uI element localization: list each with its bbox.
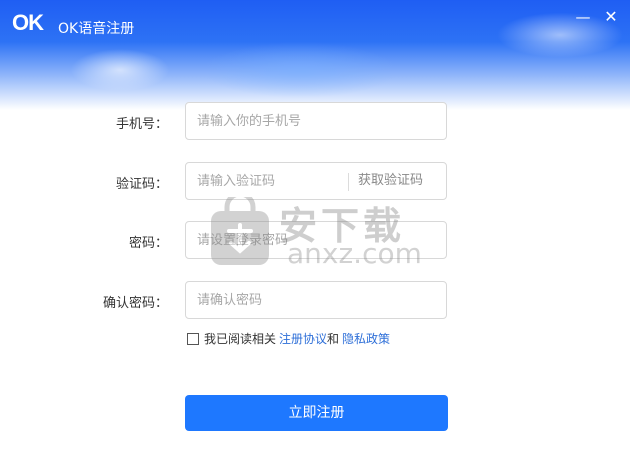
code-field-box: 获取验证码	[185, 162, 447, 200]
header-banner: OK OK语音注册 — ✕	[0, 0, 630, 110]
phone-label: 手机号：	[115, 117, 168, 132]
terms-link[interactable]: 注册协议	[279, 330, 327, 347]
register-window: OK OK语音注册 — ✕ 手机号： 验证码： 获取验证码 密码： 确认密码： …	[0, 0, 630, 452]
code-divider	[348, 173, 349, 191]
confirm-label: 确认密码：	[102, 296, 168, 311]
get-code-button[interactable]: 获取验证码	[358, 163, 423, 199]
confirm-field-box	[185, 281, 447, 319]
agreement-row: 我已阅读相关 注册协议 和 隐私政策	[187, 330, 390, 347]
agreement-and: 和	[327, 332, 340, 346]
code-label: 验证码：	[115, 177, 168, 192]
agreement-checkbox[interactable]	[187, 332, 199, 345]
window-title: OK语音注册	[58, 21, 135, 37]
password-field-box	[185, 221, 447, 259]
privacy-link[interactable]: 隐私政策	[342, 330, 390, 347]
register-button[interactable]: 立即注册	[185, 395, 448, 431]
confirm-password-input[interactable]	[186, 282, 446, 318]
app-logo: OK	[12, 10, 44, 35]
password-input[interactable]	[186, 222, 446, 258]
code-input[interactable]	[186, 163, 346, 199]
phone-input[interactable]	[186, 103, 446, 139]
close-button[interactable]: ✕	[599, 7, 623, 27]
phone-field-box	[185, 102, 447, 140]
agreement-prefix: 我已阅读相关	[204, 332, 277, 346]
minimize-button[interactable]: —	[571, 7, 595, 27]
password-label: 密码：	[128, 236, 168, 251]
